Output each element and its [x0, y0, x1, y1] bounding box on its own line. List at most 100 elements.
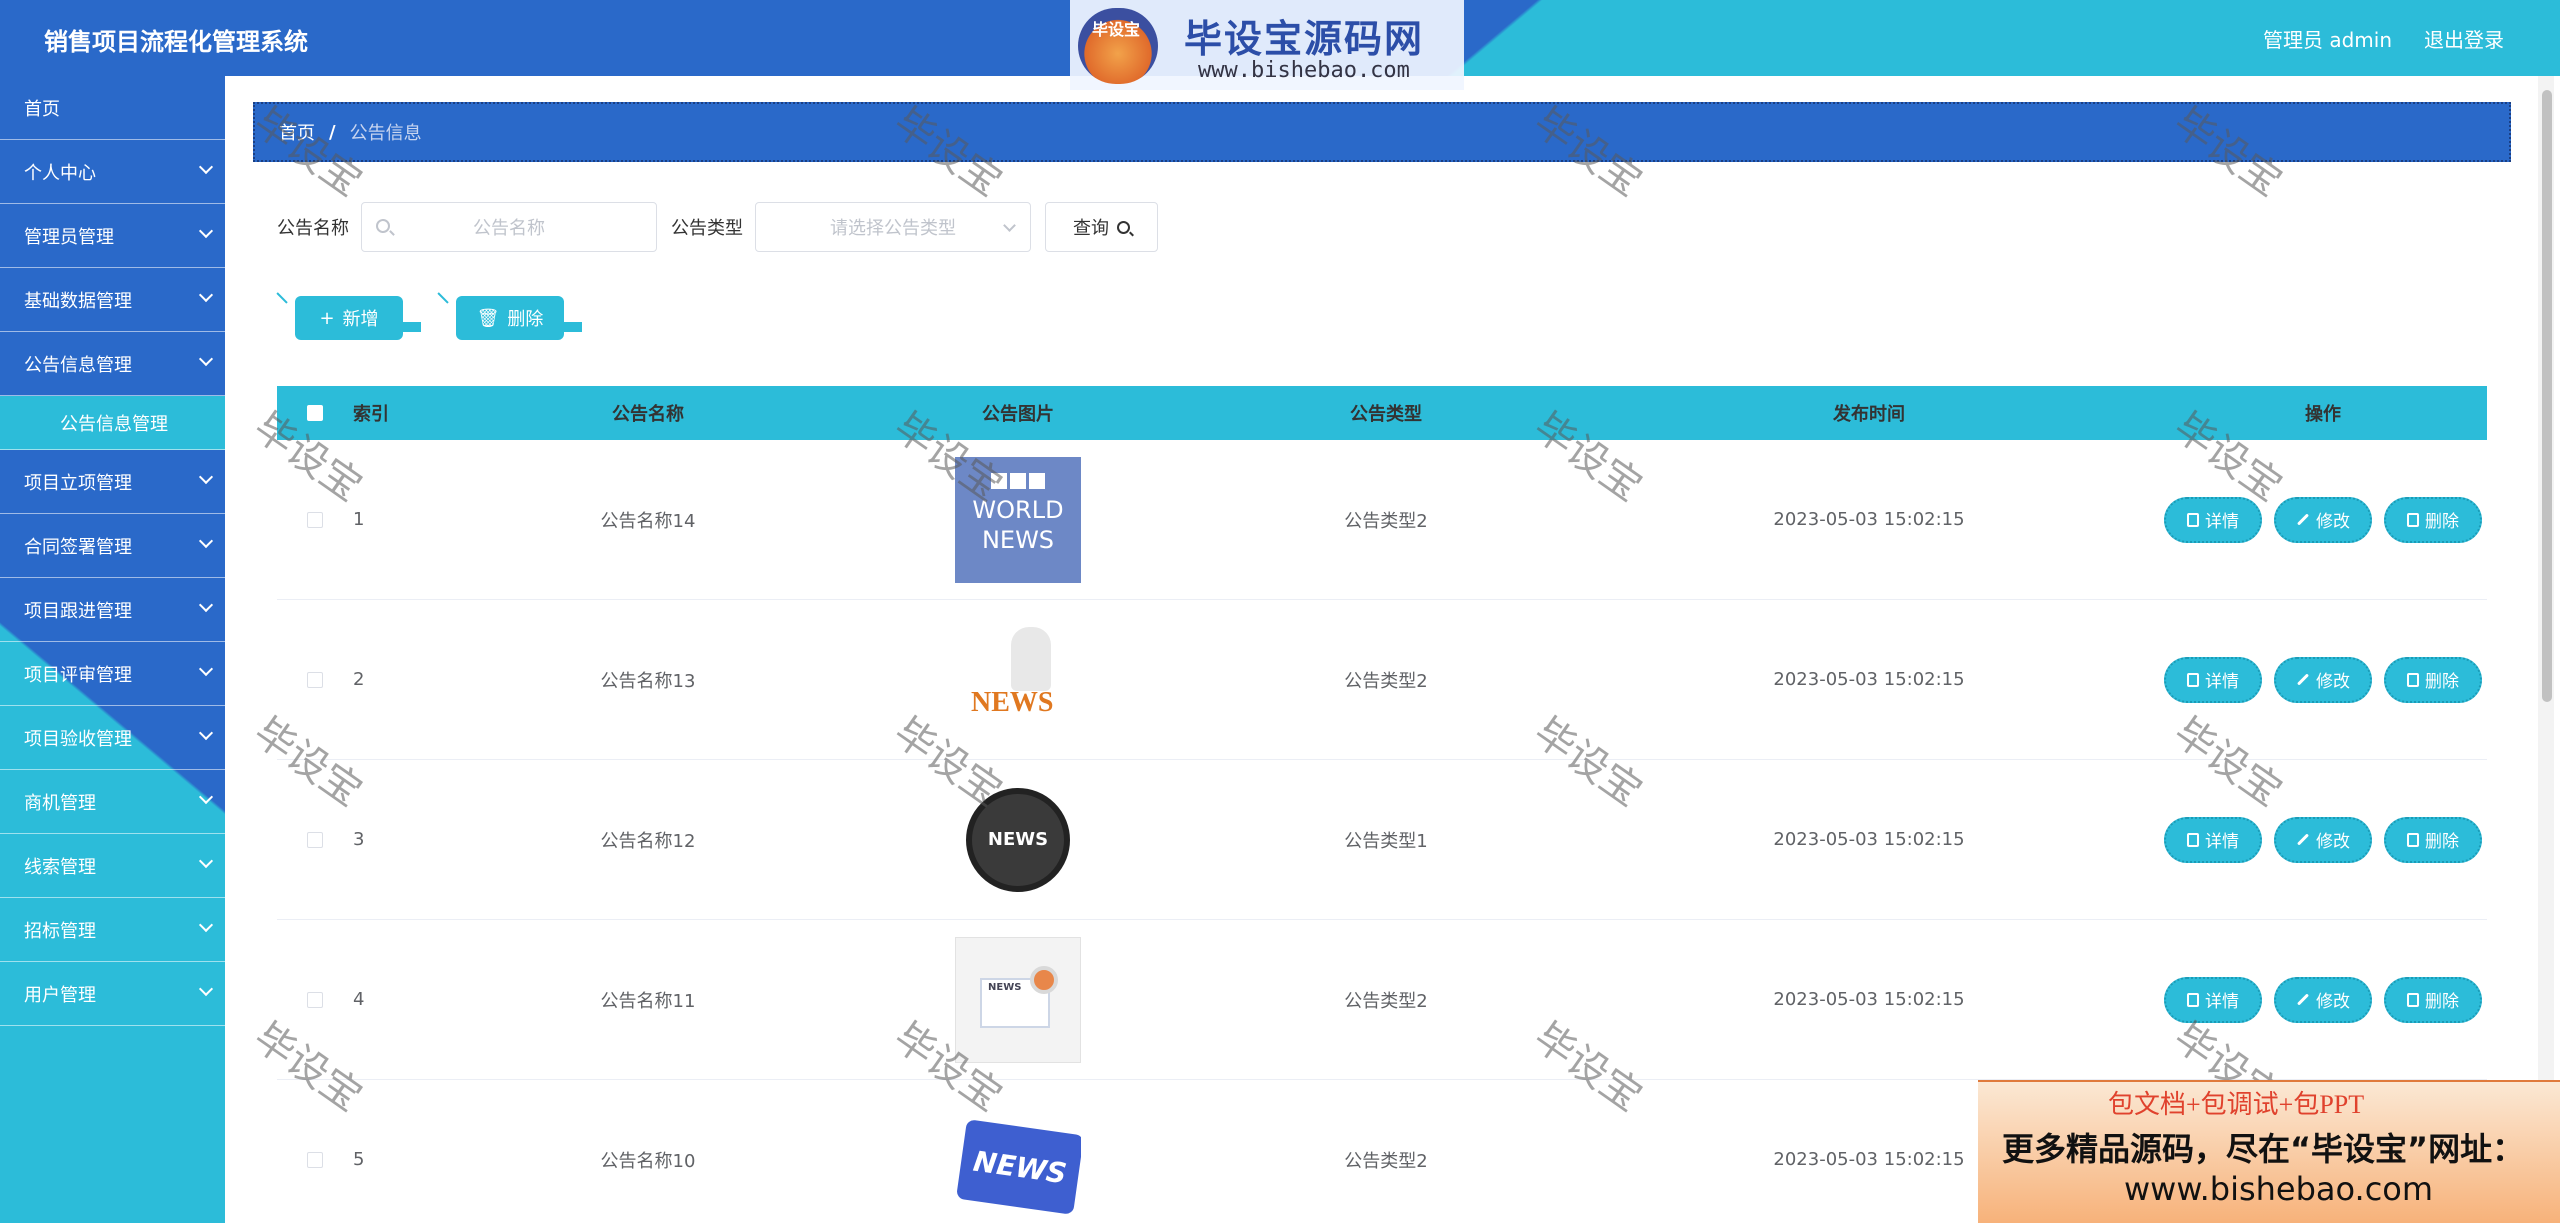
edit-button-label: 修改	[2316, 672, 2350, 692]
sidebar-item-label: 管理员管理	[24, 226, 114, 248]
select-all-checkbox[interactable]	[307, 405, 323, 421]
detail-button[interactable]: 详情	[2164, 656, 2262, 703]
add-button[interactable]: + 新增	[295, 296, 421, 340]
row-notice-name: 公告名称10	[600, 1150, 696, 1172]
batch-delete-button-label: 删除	[507, 309, 544, 330]
delete-button-label: 删除	[2425, 832, 2459, 852]
sidebar-item-label: 商机管理	[24, 792, 96, 814]
detail-button[interactable]: 详情	[2164, 496, 2262, 543]
edit-button[interactable]: 修改	[2274, 976, 2372, 1023]
sidebar-item-users[interactable]: 用户管理	[0, 962, 225, 1026]
row-notice-type: 公告类型2	[1344, 670, 1428, 692]
row-notice-name: 公告名称14	[600, 510, 696, 532]
current-user-label[interactable]: 管理员 admin	[2263, 24, 2392, 53]
sidebar-item-followup[interactable]: 项目跟进管理	[0, 578, 225, 642]
sidebar-item-project-setup[interactable]: 项目立项管理	[0, 450, 225, 514]
row-notice-name: 公告名称12	[600, 830, 696, 852]
chevron-down-icon	[198, 597, 214, 613]
row-publish-time: 2023-05-03 15:02:15	[1773, 829, 1965, 850]
document-icon	[2187, 672, 2199, 687]
detail-button[interactable]: 详情	[2164, 816, 2262, 863]
trash-icon	[2407, 512, 2419, 527]
breadcrumb-home[interactable]: 首页	[279, 119, 315, 145]
keyboard-key-icon: NEWS	[956, 1118, 1081, 1215]
brand-url: www.bishebao.com	[1198, 58, 1410, 83]
sidebar-item-notices[interactable]: 公告信息管理	[0, 332, 225, 396]
thumb-text: WORLD	[972, 495, 1064, 524]
scrollbar-thumb[interactable]	[2542, 90, 2552, 702]
sidebar-item-contracts[interactable]: 合同签署管理	[0, 514, 225, 578]
row-checkbox[interactable]	[307, 1151, 323, 1168]
chevron-down-icon	[198, 981, 214, 997]
row-index: 1	[353, 509, 365, 530]
sidebar-item-label: 用户管理	[24, 984, 96, 1006]
row-checkbox[interactable]	[307, 511, 323, 528]
row-checkbox[interactable]	[307, 991, 323, 1008]
edit-button[interactable]: 修改	[2274, 496, 2372, 543]
edit-button-label: 修改	[2316, 832, 2350, 852]
sidebar-item-label: 项目立项管理	[24, 472, 132, 494]
sidebar-item-review[interactable]: 项目评审管理	[0, 642, 225, 706]
row-notice-type: 公告类型2	[1344, 990, 1428, 1012]
sidebar-item-home[interactable]: 首页	[0, 76, 225, 140]
edit-button[interactable]: 修改	[2274, 656, 2372, 703]
sidebar-menu: 首页 个人中心 管理员管理 基础数据管理 公告信息管理 公告信息管理 项目立项管…	[0, 76, 225, 1223]
delete-button[interactable]: 删除	[2384, 656, 2482, 703]
promo-line-2: 更多精品源码，尽在“毕设宝”网址：	[2002, 1130, 2525, 1168]
pencil-icon	[2296, 993, 2310, 1006]
promo-line-1: 包文档+包调试+包PPT	[2108, 1090, 2365, 1119]
row-index: 3	[353, 829, 365, 850]
sidebar-item-leads[interactable]: 线索管理	[0, 834, 225, 898]
document-icon	[2187, 992, 2199, 1007]
row-publish-time: 2023-05-03 15:02:15	[1773, 989, 1965, 1010]
news-keyboard-key-thumbnail[interactable]: NEWS	[955, 1096, 1081, 1223]
sidebar-item-label: 首页	[24, 98, 60, 120]
column-header-index: 索引	[353, 404, 389, 425]
detail-button-label: 详情	[2205, 672, 2239, 692]
add-button-label: 新增	[342, 309, 379, 330]
bbc-world-news-thumbnail[interactable]: WORLD NEWS	[955, 456, 1081, 583]
row-checkbox[interactable]	[307, 831, 323, 848]
thumb-text: NEWS	[971, 686, 1054, 718]
breadcrumb-separator: /	[329, 121, 336, 143]
thumb-text: NEWS	[988, 981, 1022, 993]
pencil-icon	[2296, 833, 2310, 846]
sidebar-item-opportunities[interactable]: 商机管理	[0, 770, 225, 834]
sidebar-item-admins[interactable]: 管理员管理	[0, 204, 225, 268]
delete-button-label: 删除	[2425, 992, 2459, 1012]
sidebar-item-basedata[interactable]: 基础数据管理	[0, 268, 225, 332]
chevron-down-icon	[198, 533, 214, 549]
chevron-down-icon	[198, 351, 214, 367]
notice-type-select[interactable]: 请选择公告类型	[755, 202, 1031, 252]
pencil-icon	[2296, 513, 2310, 526]
sidebar-item-acceptance[interactable]: 项目验收管理	[0, 706, 225, 770]
figure-reading-news-thumbnail[interactable]: NEWS	[955, 616, 1081, 743]
sidebar-subitem-notice-management[interactable]: 公告信息管理	[0, 396, 225, 450]
delete-button[interactable]: 删除	[2384, 816, 2482, 863]
logout-link[interactable]: 退出登录	[2424, 24, 2504, 53]
table-header: 索引 公告名称 公告图片 公告类型 发布时间 操作	[277, 386, 2487, 440]
row-checkbox[interactable]	[307, 671, 323, 688]
batch-delete-button[interactable]: 🗑 删除	[456, 296, 582, 340]
newspaper-illustration-thumbnail[interactable]: NEWS	[955, 936, 1081, 1063]
document-icon	[2187, 512, 2199, 527]
promo-banner[interactable]: 包文档+包调试+包PPT 更多精品源码，尽在“毕设宝”网址： www.bishe…	[1978, 1080, 2560, 1223]
sidebar-item-profile[interactable]: 个人中心	[0, 140, 225, 204]
edit-button[interactable]: 修改	[2274, 816, 2372, 863]
figure-icon	[1011, 626, 1051, 691]
thumb-text: NEWS	[987, 829, 1049, 850]
delete-button[interactable]: 删除	[2384, 976, 2482, 1023]
sidebar-item-bidding[interactable]: 招标管理	[0, 898, 225, 962]
delete-button[interactable]: 删除	[2384, 496, 2482, 543]
table-row: 4 公告名称11 NEWS 公告类型2 2023-05-03 15:02:15 …	[277, 920, 2487, 1080]
query-button[interactable]: 查询	[1045, 202, 1158, 252]
column-header-type: 公告类型	[1350, 404, 1422, 425]
row-notice-type: 公告类型2	[1344, 1150, 1428, 1172]
pencil-icon	[2296, 673, 2310, 686]
chevron-down-icon	[198, 287, 214, 303]
sidebar-item-label: 项目评审管理	[24, 664, 132, 686]
globe-news-badge-thumbnail[interactable]: NEWS	[955, 776, 1081, 903]
row-notice-type: 公告类型1	[1344, 830, 1428, 852]
detail-button[interactable]: 详情	[2164, 976, 2262, 1023]
notice-name-input[interactable]: 公告名称	[361, 202, 657, 252]
